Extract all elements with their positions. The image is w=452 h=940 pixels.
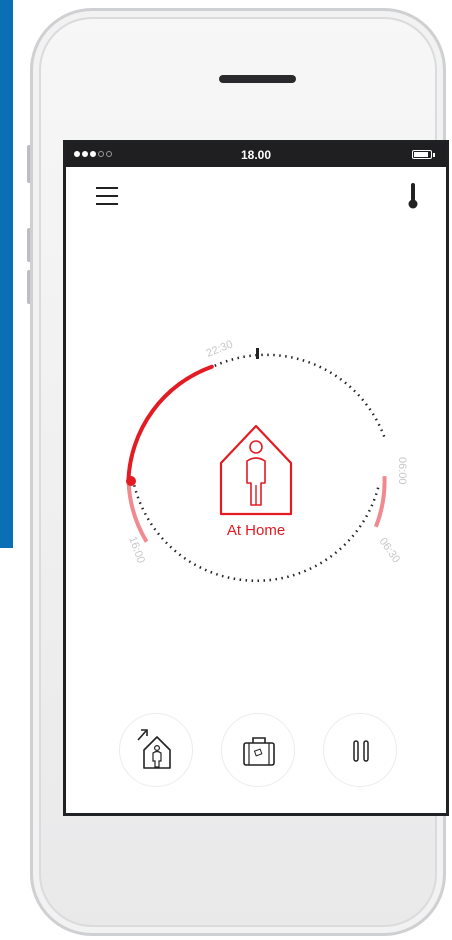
suitcase-icon	[243, 737, 275, 766]
vacation-button[interactable]	[221, 713, 295, 787]
house-arrow-icon	[137, 729, 171, 769]
schedule-handle[interactable]	[126, 476, 136, 486]
mode-label: At Home	[226, 522, 286, 539]
app-screen: 18.00 22:30 06:00 06:30 16:00 At Home	[63, 140, 449, 816]
time-label-2230: 22:30	[205, 338, 235, 359]
earpiece-speaker	[219, 75, 296, 83]
time-label-0600: 06:00	[396, 457, 408, 485]
time-label-0630: 06:30	[377, 536, 403, 565]
house-person-icon	[219, 424, 293, 516]
current-time-marker	[256, 348, 259, 359]
pause-icon	[353, 740, 369, 762]
active-schedule-arc[interactable]	[126, 364, 214, 483]
pause-button[interactable]	[323, 713, 397, 787]
home-away-button[interactable]	[119, 713, 193, 787]
background-blue-strip	[0, 0, 13, 548]
dial-track-upper	[214, 353, 386, 439]
morning-segment-arc[interactable]	[374, 476, 387, 528]
